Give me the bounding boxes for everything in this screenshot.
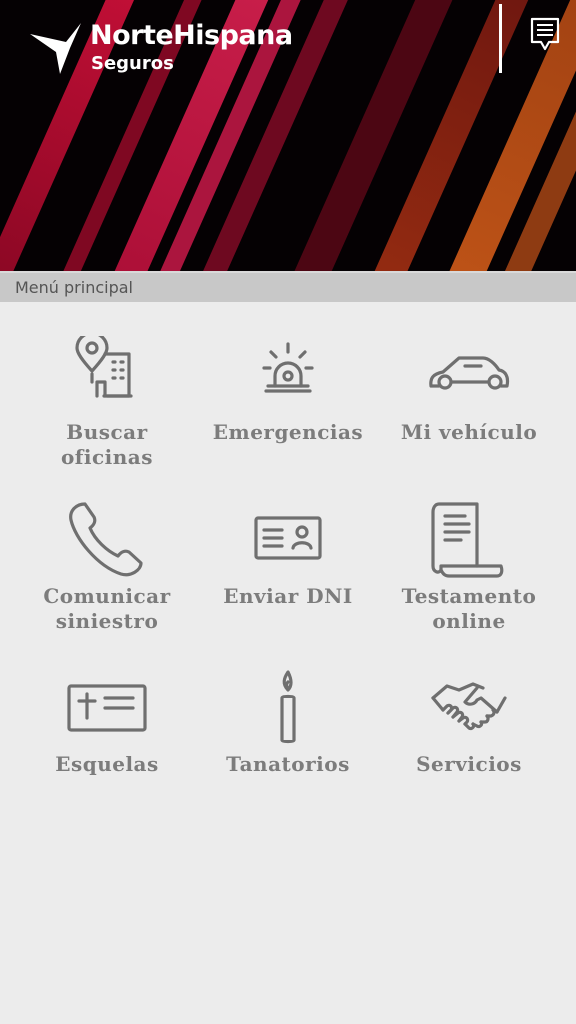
tile-label: Emergencias	[212, 420, 364, 444]
tile-label: Comunicar siniestro	[43, 584, 171, 633]
tile-mi-vehiculo[interactable]: Mi vehículo	[374, 336, 564, 501]
tile-tanatorios[interactable]: Tanatorios	[193, 668, 383, 833]
handshake-icon	[419, 668, 519, 750]
car-icon	[419, 336, 519, 418]
id-card-icon	[238, 500, 338, 582]
brand-subtitle: Seguros	[91, 53, 174, 74]
tile-comunicar-siniestro[interactable]: Comunicar siniestro	[12, 500, 202, 665]
tile-label: Enviar DNI	[223, 584, 353, 608]
location-building-icon	[57, 331, 157, 418]
phone-icon	[57, 500, 157, 582]
tile-label: Tanatorios	[226, 752, 350, 776]
tile-label: Buscar oficinas	[60, 420, 154, 469]
tile-testamento-online[interactable]: Testamento online	[374, 500, 564, 665]
candle-icon	[238, 668, 338, 750]
tile-servicios[interactable]: Servicios	[374, 668, 564, 833]
northispana-logo-mark	[30, 23, 81, 74]
header-divider	[499, 4, 502, 73]
brand-name: NorteHispana	[90, 20, 293, 51]
tile-label: Mi vehículo	[400, 420, 538, 444]
document-scroll-icon	[419, 500, 519, 582]
tile-esquelas[interactable]: Esquelas	[12, 668, 202, 833]
header-banner: NorteHispana Seguros	[0, 0, 576, 271]
siren-icon	[238, 336, 338, 418]
tile-emergencias[interactable]: Emergencias	[193, 336, 383, 501]
tile-label: Esquelas	[55, 752, 159, 776]
tile-buscar-oficinas[interactable]: Buscar oficinas	[12, 331, 202, 501]
section-header: Menú principal	[0, 271, 576, 302]
tile-label: Testamento online	[401, 584, 537, 633]
tile-enviar-dni[interactable]: Enviar DNI	[193, 500, 383, 665]
section-title: Menú principal	[15, 278, 133, 297]
obituary-card-icon	[57, 668, 157, 750]
menu-list-icon[interactable]	[527, 16, 563, 54]
tile-label: Servicios	[416, 752, 522, 776]
